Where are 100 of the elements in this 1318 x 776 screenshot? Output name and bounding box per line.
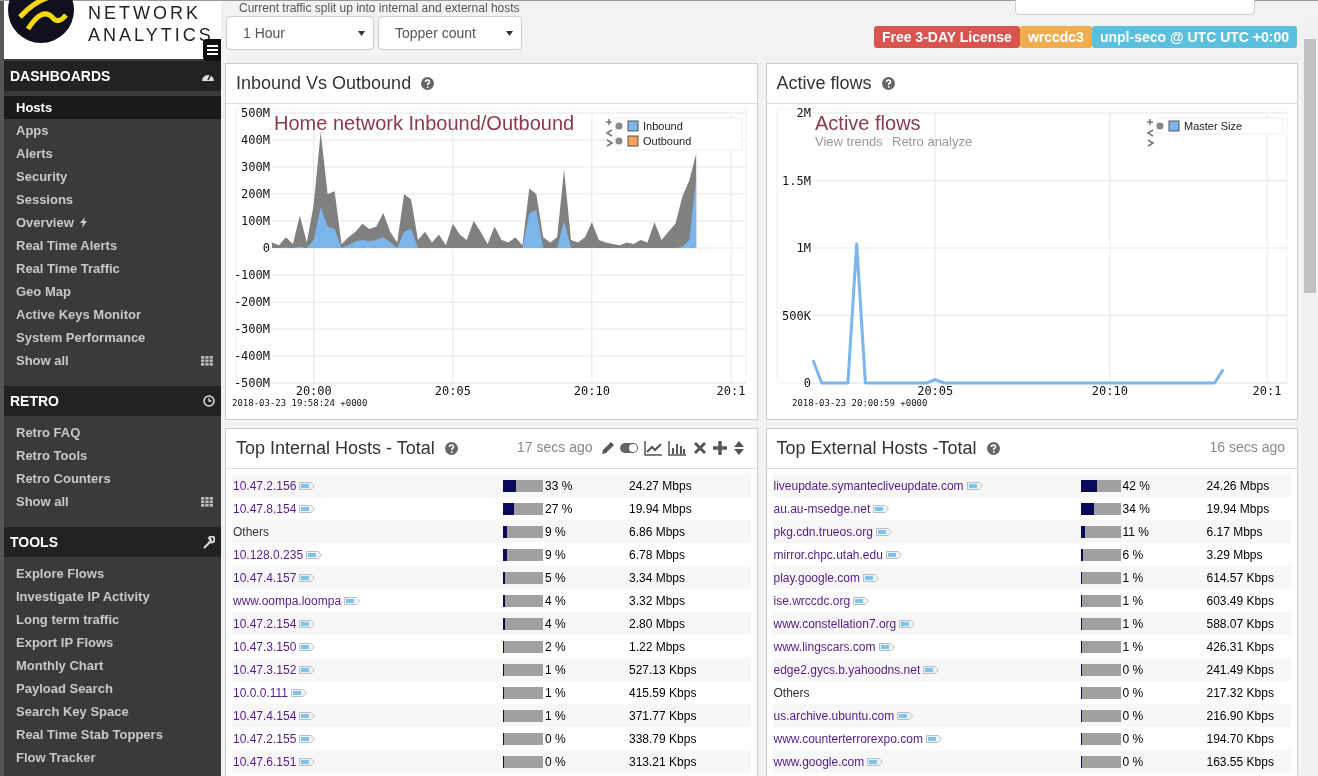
sidebar-item[interactable]: Real Time Traffic [4,257,221,280]
tag-icon[interactable] [299,504,316,513]
tag-icon[interactable] [306,550,323,559]
menu-icon [206,45,218,55]
host-link[interactable]: 10.47.4.154 [233,706,297,725]
tag-icon[interactable] [863,573,879,582]
tag-icon[interactable] [885,550,902,559]
host-link[interactable]: au.au-msedge.net [773,499,871,518]
tag-icon[interactable] [344,596,361,605]
tag-icon[interactable] [897,711,914,720]
tag-icon[interactable] [923,665,940,674]
host-link[interactable]: us.archive.ubuntu.com [773,706,895,725]
percentage-text: 1 % [544,661,567,679]
help-icon[interactable] [881,77,895,90]
legend-controls-icon[interactable] [1145,118,1155,147]
host-link[interactable]: liveupdate.symantecliveupdate.com [773,476,964,495]
sidebar-item[interactable]: Real Time Stab Toppers [4,723,221,746]
sidebar-item[interactable]: Show all [4,490,221,513]
host-link[interactable]: 10.47.3.152 [233,660,297,679]
tag-icon[interactable] [925,734,942,743]
sidebar-item[interactable]: Overview [4,211,221,234]
sidebar-item[interactable]: Retro Counters [4,467,221,490]
close-icon[interactable] [691,439,707,456]
help-icon[interactable] [444,442,458,455]
pencil-icon[interactable] [599,439,615,456]
sidebar-item[interactable]: Alerts [4,142,221,165]
sidebar-item[interactable]: Explore Flows [4,562,221,585]
search-field[interactable] [1015,0,1255,15]
host-link[interactable]: www.counterterrorexpo.com [773,729,923,748]
tag-icon[interactable] [299,665,316,674]
tag-icon[interactable] [299,757,316,766]
menu-button[interactable] [203,39,221,61]
sidebar-item[interactable]: Hosts [4,96,221,119]
rate-text: 19.94 Mbps [1206,500,1270,518]
sidebar-item[interactable]: Real Time Alerts [4,234,221,257]
legend-controls-icon[interactable] [605,118,614,147]
host-link[interactable]: ise.wrccdc.org [773,591,851,610]
tag-icon[interactable] [290,688,307,697]
sidebar-item[interactable]: Search Key Space [4,700,221,723]
dropdown[interactable]: 1 Hour [226,16,374,50]
tag-icon[interactable] [853,596,870,605]
sidebar-item[interactable]: Active Keys Monitor [4,303,221,326]
tag-icon[interactable] [299,734,316,743]
dropdown[interactable]: Topper count [378,16,522,50]
sidebar-item[interactable]: System Performance [4,326,221,349]
sidebar-item[interactable]: Export IP Flows [4,631,221,654]
tag-icon[interactable] [873,504,890,513]
sidebar-item[interactable]: Geo Map [4,280,221,303]
sidebar-item[interactable]: Retro FAQ [4,421,221,444]
host-link[interactable]: 10.47.8.154 [233,499,297,518]
tag-icon[interactable] [299,573,316,582]
tag-icon[interactable] [899,619,916,628]
tag-icon[interactable] [878,642,895,651]
host-link[interactable]: www.google.com [773,752,865,771]
sidebar-item[interactable]: Show all [4,349,221,372]
sort-icon[interactable] [731,439,747,456]
tag-icon[interactable] [299,481,316,490]
sidebar-item[interactable]: Investigate IP Activity [4,585,221,608]
tag-icon[interactable] [299,711,316,720]
sidebar-item[interactable]: Long term traffic [4,608,221,631]
host-link[interactable]: mirror.chpc.utah.edu [773,545,883,564]
host-link[interactable]: 10.0.0.111 [233,683,288,702]
sidebar-item[interactable]: Apps [4,119,221,142]
sidebar-item[interactable]: Security [4,165,221,188]
tag-icon[interactable] [299,642,316,651]
help-icon[interactable] [421,77,435,90]
host-link[interactable]: 10.47.2.156 [233,476,297,495]
host-link[interactable]: 10.47.4.157 [233,568,297,587]
tag-icon[interactable] [875,527,892,536]
host-link[interactable]: 10.47.6.151 [233,752,297,771]
toggle-dot[interactable] [615,137,623,145]
host-link[interactable]: 10.47.2.154 [233,614,297,633]
toggle-dot[interactable] [1156,122,1163,130]
host-link[interactable]: www.constellation7.org [773,614,897,633]
host-link[interactable]: 10.47.2.155 [233,729,297,748]
bar-chart-icon[interactable] [667,439,687,456]
section-header[interactable]: TOOLS [4,527,221,557]
host-link[interactable]: edge2.gycs.b.yahoodns.net [773,660,921,679]
toggle-dot[interactable] [615,122,623,130]
host-link[interactable]: play.google.com [773,568,860,587]
host-link[interactable]: www.oompa.loompa [233,591,342,610]
plus-icon[interactable] [711,439,727,456]
sidebar-item[interactable]: Monthly Chart [4,654,221,677]
host-link[interactable]: pkg.cdn.trueos.org [773,522,873,541]
sidebar-item[interactable]: Payload Search [4,677,221,700]
sidebar-item[interactable]: Flow Tracker [4,746,221,769]
section-header[interactable]: RETRO [4,386,221,416]
host-link[interactable]: 10.47.3.150 [233,637,297,656]
sidebar-item[interactable]: Retro Tools [4,444,221,467]
tag-icon[interactable] [867,757,884,766]
tag-icon[interactable] [299,619,316,628]
axis-label: -100M [233,268,270,282]
line-chart-icon[interactable] [643,439,663,456]
tag-icon[interactable] [966,481,983,490]
host-link[interactable]: 10.128.0.235 [233,545,304,564]
sidebar-item[interactable]: Sessions [4,188,221,211]
host-link[interactable]: www.lingscars.com [773,637,876,656]
section-header[interactable]: DASHBOARDS [4,61,221,91]
scrollbar-thumb[interactable] [1304,39,1316,293]
help-icon[interactable] [986,442,1000,455]
